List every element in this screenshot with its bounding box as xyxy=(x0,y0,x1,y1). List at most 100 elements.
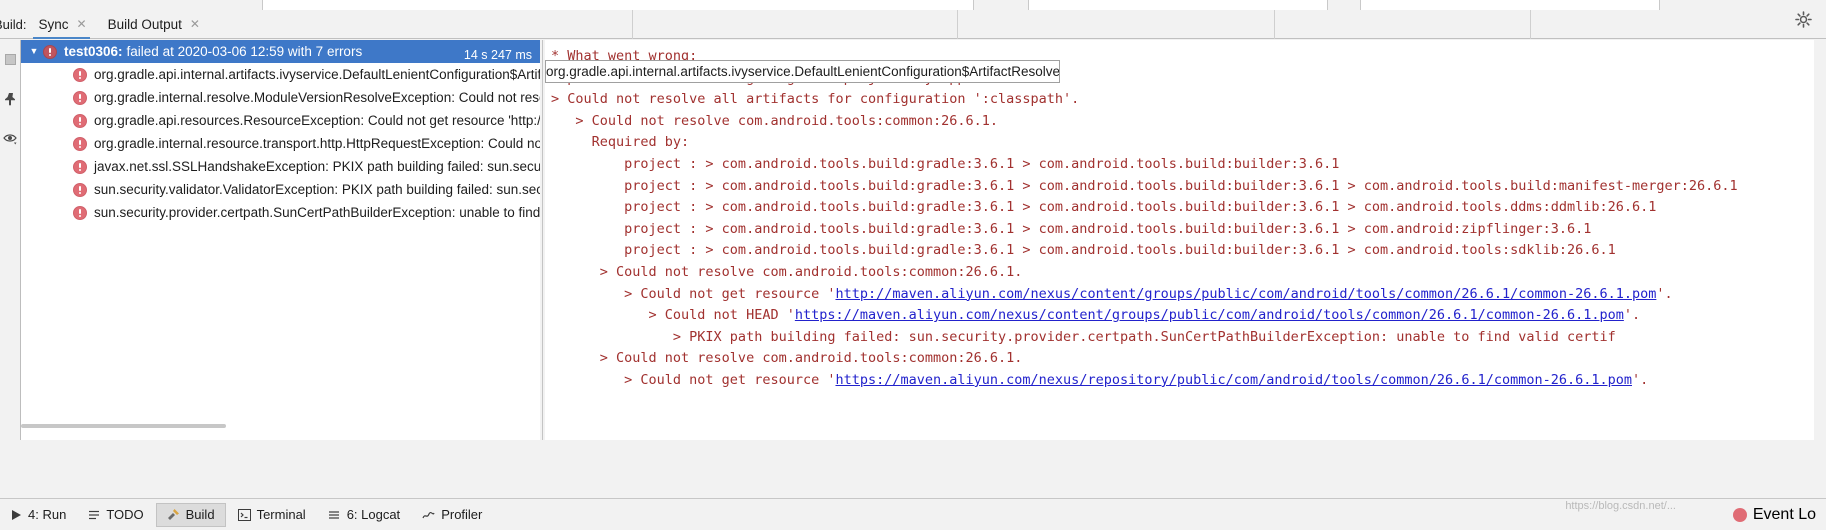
tool-window-bar: 4: Run TODO Build Terminal 6: Logcat Pro… xyxy=(0,498,1826,530)
terminal-icon xyxy=(237,508,251,521)
tree-error-item[interactable]: org.gradle.internal.resource.transport.h… xyxy=(21,132,540,155)
console-line: > Could not resolve com.android.tools:co… xyxy=(551,263,1023,280)
bottom-tab-profiler[interactable]: Profiler xyxy=(412,503,492,527)
console-line: project : > com.android.tools.build:grad… xyxy=(551,220,1592,237)
bottom-tab-todo-label: TODO xyxy=(106,507,144,522)
console-line-suffix: '. xyxy=(1656,285,1673,302)
build-duration: 14 s 247 ms xyxy=(463,48,532,62)
console-line: project : > com.android.tools.build:grad… xyxy=(551,177,1738,194)
error-icon xyxy=(43,44,57,59)
tree-error-label: org.gradle.api.internal.artifacts.ivyser… xyxy=(94,67,540,82)
bottom-tab-terminal[interactable]: Terminal xyxy=(228,503,316,527)
console-line-with-link: > Could not get resource 'https://maven.… xyxy=(545,370,1814,392)
tabbar-divider xyxy=(632,10,633,39)
console-line: project : > com.android.tools.build:grad… xyxy=(551,155,1340,172)
tree-error-label: javax.net.ssl.SSLHandshakeException: PKI… xyxy=(94,159,540,174)
editor-tab-segment xyxy=(262,0,974,10)
error-icon xyxy=(73,205,87,220)
tree-error-item[interactable]: org.gradle.api.internal.artifacts.ivyser… xyxy=(21,63,540,86)
bottom-tab-terminal-label: Terminal xyxy=(256,507,306,522)
profiler-icon xyxy=(422,509,435,521)
console-line-suffix: '. xyxy=(1632,371,1649,388)
error-icon xyxy=(73,182,87,197)
tabbar-divider xyxy=(957,10,958,39)
tree-error-item[interactable]: javax.net.ssl.SSLHandshakeException: PKI… xyxy=(21,155,540,178)
logcat-icon xyxy=(328,509,341,521)
bottom-tab-run[interactable]: 4: Run xyxy=(0,503,76,527)
tool-window-rail xyxy=(0,40,21,440)
tree-error-label: org.gradle.internal.resolve.ModuleVersio… xyxy=(94,90,540,105)
error-icon xyxy=(1732,507,1747,522)
gear-icon[interactable] xyxy=(1794,10,1812,28)
console-line-prefix: > Could not HEAD ' xyxy=(551,307,795,324)
chevron-down-icon[interactable]: ▼ xyxy=(25,47,43,56)
error-tooltip: org.gradle.api.internal.artifacts.ivyser… xyxy=(545,60,1060,83)
error-icon xyxy=(73,90,87,105)
console-link[interactable]: https://maven.aliyun.com/nexus/repositor… xyxy=(835,372,1632,388)
pin-icon[interactable] xyxy=(0,86,21,112)
tree-error-label: sun.security.provider.certpath.SunCertPa… xyxy=(94,205,540,220)
console-line: Required by: xyxy=(551,134,690,151)
console-line: > Could not resolve all artifacts for co… xyxy=(551,91,1080,108)
eye-icon[interactable] xyxy=(0,126,21,152)
tab-sync[interactable]: Sync ✕ xyxy=(27,10,96,39)
tab-build-output[interactable]: Build Output ✕ xyxy=(96,10,209,39)
editor-tab-segment xyxy=(1028,0,1328,10)
tree-error-label: sun.security.validator.ValidatorExceptio… xyxy=(94,182,540,197)
stop-icon[interactable] xyxy=(0,46,21,72)
bottom-tab-build[interactable]: Build xyxy=(155,502,226,527)
tree-error-label: org.gradle.api.resources.ResourceExcepti… xyxy=(94,113,540,128)
console-link[interactable]: http://maven.aliyun.com/nexus/content/gr… xyxy=(835,286,1656,302)
tree-error-item[interactable]: org.gradle.api.resources.ResourceExcepti… xyxy=(21,109,540,132)
tree-error-item[interactable]: org.gradle.internal.resolve.ModuleVersio… xyxy=(21,86,540,109)
build-tool-window: Build: Sync ✕ Build Output ✕ xyxy=(0,0,1826,530)
tool-window-title: Build: xyxy=(0,16,27,32)
tree-root-name: test0306: xyxy=(64,44,123,59)
run-icon xyxy=(10,509,22,521)
console-line: project : > com.android.tools.build:grad… xyxy=(551,242,1616,259)
console-line-suffix: '. xyxy=(1623,307,1641,324)
bottom-tab-profiler-label: Profiler xyxy=(441,507,483,522)
build-tabbar: Build: Sync ✕ Build Output ✕ xyxy=(0,10,1826,39)
tabbar-filler xyxy=(209,10,1826,39)
editor-tab-strip-remnant xyxy=(0,0,1826,10)
bottom-tab-run-label: 4: Run xyxy=(28,507,67,522)
tree-root-summary: failed at 2020-03-06 12:59 with 7 errors xyxy=(126,44,363,59)
tab-sync-label: Sync xyxy=(38,16,69,32)
tabbar-divider xyxy=(1274,10,1275,39)
bottom-tab-logcat[interactable]: 6: Logcat xyxy=(318,503,411,527)
console-line: > PKIX path building failed: sun.securit… xyxy=(551,328,1616,345)
build-console[interactable]: * What went wrong: A problem occurred co… xyxy=(545,40,1814,440)
event-log-button[interactable]: Event Lo xyxy=(1732,505,1826,524)
console-line-with-link: > Could not get resource 'http://maven.a… xyxy=(545,284,1814,306)
bottom-tab-build-label: Build xyxy=(185,507,215,522)
console-line: > Could not resolve com.android.tools:co… xyxy=(551,112,999,129)
close-icon[interactable]: ✕ xyxy=(190,18,200,30)
console-line-prefix: > Could not get resource ' xyxy=(551,285,836,302)
console-right-edge xyxy=(1814,40,1826,440)
error-icon xyxy=(73,113,87,128)
console-link[interactable]: https://maven.aliyun.com/nexus/content/g… xyxy=(795,307,1624,323)
error-icon xyxy=(73,67,87,82)
build-tree[interactable]: ▼ test0306: failed at 2020-03-06 12:59 w… xyxy=(21,40,540,440)
tree-error-label: org.gradle.internal.resource.transport.h… xyxy=(94,136,540,151)
tab-build-output-label: Build Output xyxy=(107,16,182,32)
error-tooltip-text: org.gradle.api.internal.artifacts.ivyser… xyxy=(546,64,1060,79)
bottom-tab-logcat-label: 6: Logcat xyxy=(346,507,401,522)
watermark: https://blog.csdn.net/... xyxy=(1565,500,1676,512)
build-icon xyxy=(167,508,180,521)
close-icon[interactable]: ✕ xyxy=(77,18,87,30)
horizontal-scrollbar[interactable] xyxy=(21,424,226,428)
tabbar-divider xyxy=(1530,10,1531,39)
console-line: project : > com.android.tools.build:grad… xyxy=(551,199,1657,216)
bottom-tab-todo[interactable]: TODO xyxy=(78,503,153,527)
tree-error-item[interactable]: sun.security.provider.certpath.SunCertPa… xyxy=(21,201,540,224)
error-icon xyxy=(73,159,87,174)
todo-icon xyxy=(88,509,100,521)
tree-root-node[interactable]: ▼ test0306: failed at 2020-03-06 12:59 w… xyxy=(21,40,540,63)
console-line-prefix: > Could not get resource ' xyxy=(551,371,836,388)
error-icon xyxy=(73,136,87,151)
tree-error-item[interactable]: sun.security.validator.ValidatorExceptio… xyxy=(21,178,540,201)
editor-tab-segment xyxy=(1360,0,1660,10)
event-log-label: Event Lo xyxy=(1752,505,1816,523)
